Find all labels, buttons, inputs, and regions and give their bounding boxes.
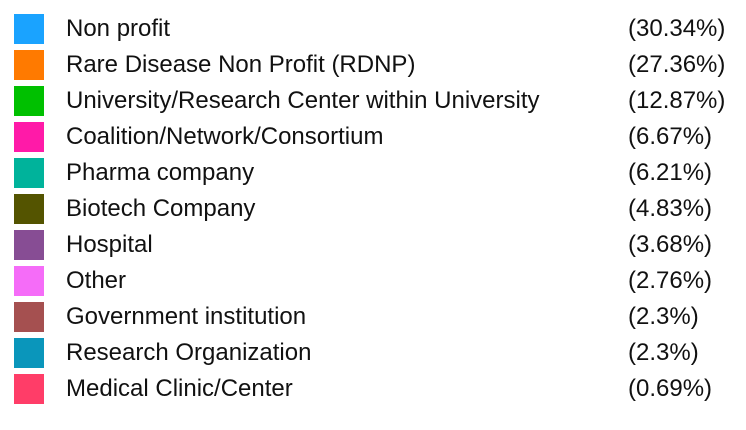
legend-swatch bbox=[14, 194, 44, 224]
legend-item: Coalition/Network/Consortium (6.67%) bbox=[0, 119, 746, 155]
legend-swatch bbox=[14, 50, 44, 80]
legend-percentage: (12.87%) bbox=[628, 87, 726, 114]
legend-percentage: (2.3%) bbox=[628, 303, 699, 330]
legend-label: Non profit bbox=[66, 15, 171, 42]
legend-item: Pharma company (6.21%) bbox=[0, 155, 746, 191]
legend-swatch bbox=[14, 374, 44, 404]
legend-swatch bbox=[14, 266, 44, 296]
legend-label: University/Research Center within Univer… bbox=[66, 87, 540, 114]
legend-item: Government institution (2.3%) bbox=[0, 299, 746, 335]
legend-item: Biotech Company (4.83%) bbox=[0, 191, 746, 227]
legend-item: Medical Clinic/Center (0.69%) bbox=[0, 371, 746, 407]
legend-item: University/Research Center within Univer… bbox=[0, 83, 746, 119]
legend-label: Research Organization bbox=[66, 339, 312, 366]
legend-percentage: (6.21%) bbox=[628, 159, 713, 186]
legend-label: Coalition/Network/Consortium bbox=[66, 123, 384, 150]
legend-label: Government institution bbox=[66, 303, 307, 330]
chart-legend: Non profit (30.34%) Rare Disease Non Profi… bbox=[0, 0, 746, 430]
legend-percentage: (3.68%) bbox=[628, 231, 713, 258]
legend-label: Pharma company bbox=[66, 159, 255, 186]
legend-swatch bbox=[14, 14, 44, 44]
legend-percentage: (0.69%) bbox=[628, 375, 713, 402]
legend-swatch bbox=[14, 86, 44, 116]
legend-item: Non profit (30.34%) bbox=[0, 11, 746, 47]
legend-percentage: (27.36%) bbox=[628, 51, 726, 78]
legend-swatch bbox=[14, 302, 44, 332]
legend-swatch bbox=[14, 158, 44, 188]
legend-label: Biotech Company bbox=[66, 195, 256, 222]
legend-item: Hospital (3.68%) bbox=[0, 227, 746, 263]
legend-swatch bbox=[14, 122, 44, 152]
legend-label: Other bbox=[66, 267, 127, 294]
legend-label: Medical Clinic/Center bbox=[66, 375, 293, 402]
legend-percentage: (2.3%) bbox=[628, 339, 699, 366]
legend-percentage: (30.34%) bbox=[628, 15, 726, 42]
legend-swatch bbox=[14, 230, 44, 260]
legend-percentage: (4.83%) bbox=[628, 195, 713, 222]
legend-swatch bbox=[14, 338, 44, 368]
legend-item: Other (2.76%) bbox=[0, 263, 746, 299]
legend-label: Rare Disease Non Profit (RDNP) bbox=[66, 51, 416, 78]
legend-item: Research Organization (2.3%) bbox=[0, 335, 746, 371]
legend-item: Rare Disease Non Profit (RDNP) (27.36%) bbox=[0, 47, 746, 83]
legend-percentage: (2.76%) bbox=[628, 267, 713, 294]
legend-percentage: (6.67%) bbox=[628, 123, 713, 150]
legend-label: Hospital bbox=[66, 231, 153, 258]
